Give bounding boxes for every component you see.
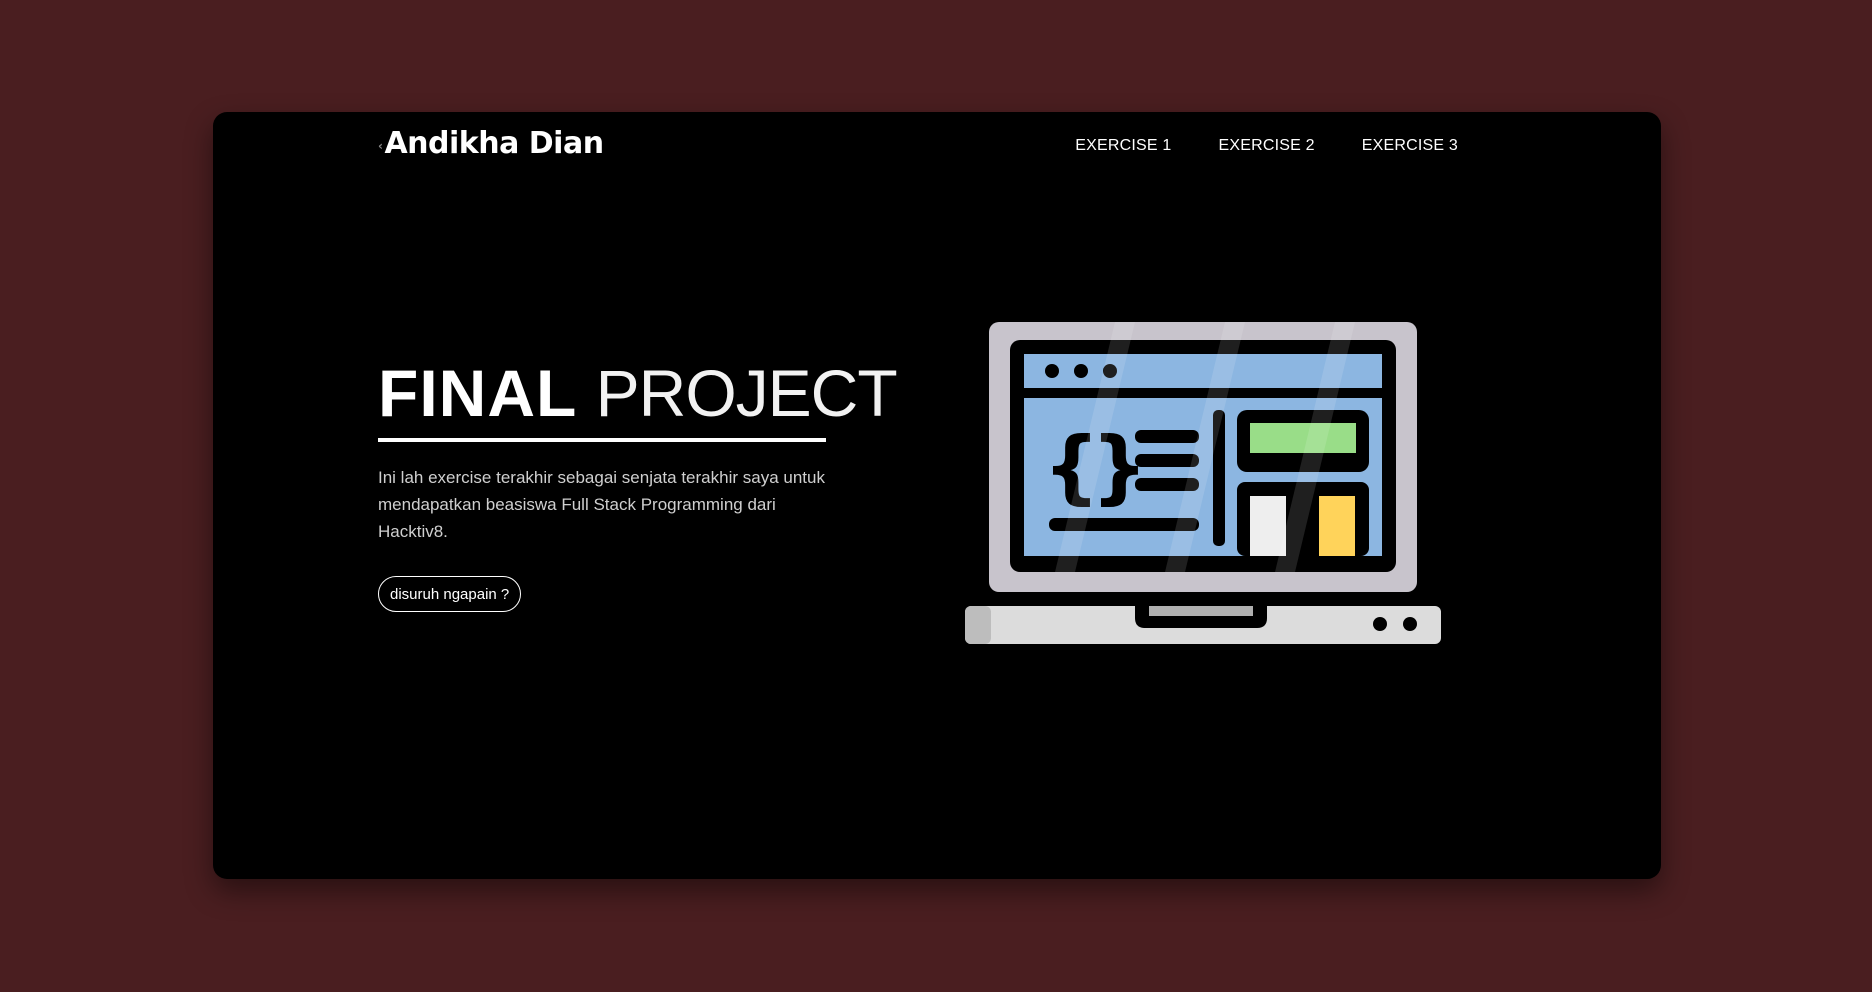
brand-name: Andikha Dian	[384, 126, 604, 161]
hero-card: ‹ Andikha Dian EXERCISE 1 EXERCISE 2 EXE…	[213, 112, 1661, 879]
laptop-code-icon: { }	[965, 322, 1445, 652]
main-nav: EXERCISE 1 EXERCISE 2 EXERCISE 3	[1075, 137, 1458, 155]
nav-exercise-3[interactable]: EXERCISE 3	[1362, 137, 1458, 155]
caret-left-icon: ‹	[378, 138, 383, 153]
nav-exercise-2[interactable]: EXERCISE 2	[1218, 137, 1314, 155]
brand-logo[interactable]: ‹ Andikha Dian	[378, 126, 604, 161]
hero-description: Ini lah exercise terakhir sebagai senjat…	[378, 468, 825, 541]
cta-button[interactable]: disuruh ngapain ?	[378, 576, 522, 612]
hero-title-light: PROJECT	[595, 356, 898, 430]
hero-title: FINAL PROJECT	[378, 360, 898, 442]
nav-exercise-1[interactable]: EXERCISE 1	[1075, 137, 1171, 155]
hero-title-bold: FINAL	[378, 356, 578, 430]
